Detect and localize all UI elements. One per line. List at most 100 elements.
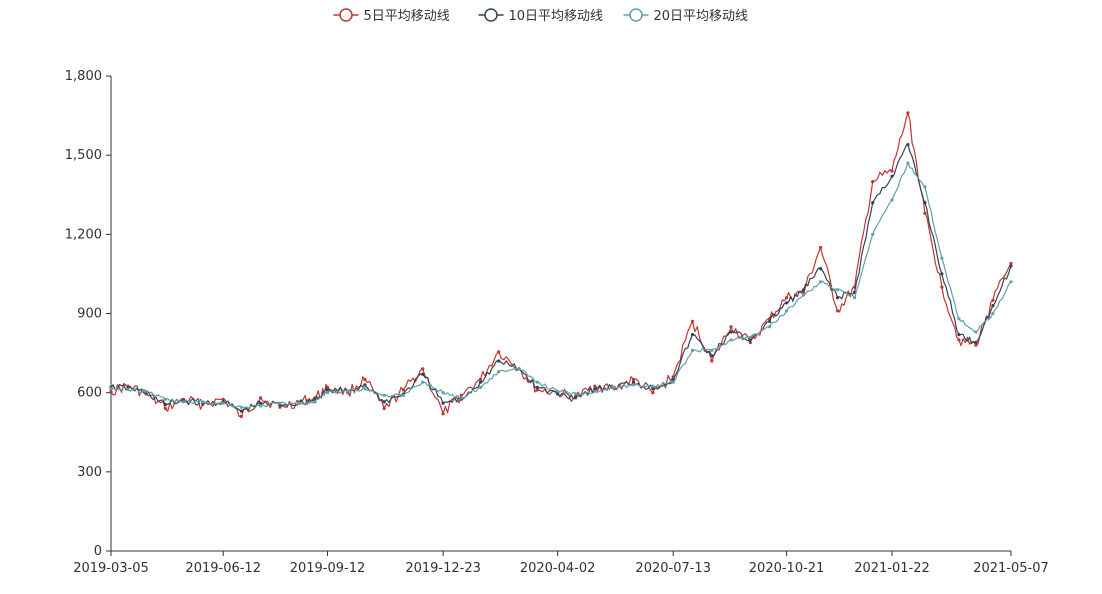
data-point[interactable] [239,414,243,418]
data-point[interactable] [819,280,823,284]
data-point[interactable] [363,387,367,391]
data-point[interactable] [517,367,521,371]
data-point[interactable] [710,359,714,363]
data-point[interactable] [126,387,130,392]
data-point[interactable] [401,393,405,397]
data-point[interactable] [729,338,733,342]
data-point[interactable] [325,391,330,395]
data-point[interactable] [768,325,772,329]
data-point[interactable] [957,317,961,321]
data-point[interactable] [836,288,840,292]
data-point[interactable] [785,301,789,305]
data-point[interactable] [1009,280,1013,284]
data-point[interactable] [853,296,857,300]
data-point[interactable] [890,169,894,173]
data-point[interactable] [163,402,167,407]
data-point[interactable] [382,393,386,397]
data-point[interactable] [163,406,167,411]
data-point[interactable] [651,391,655,395]
data-point[interactable] [871,201,875,205]
data-point[interactable] [690,333,695,337]
series-line[interactable] [110,144,1012,412]
data-point[interactable] [421,372,425,376]
data-point[interactable] [363,383,367,387]
data-point[interactable] [631,383,636,387]
data-point[interactable] [729,330,733,334]
data-point[interactable] [748,335,752,339]
data-point[interactable] [710,354,714,358]
data-point[interactable] [1009,264,1013,268]
data-point[interactable] [819,245,823,250]
series-line[interactable] [110,112,1012,417]
data-point[interactable] [890,174,894,178]
data-point[interactable] [974,330,978,334]
series-line[interactable] [110,162,1012,409]
data-point[interactable] [612,385,616,389]
data-point[interactable] [671,380,675,384]
data-point[interactable] [556,389,560,393]
data-point[interactable] [871,180,875,184]
data-point[interactable] [346,389,350,393]
data-point[interactable] [991,311,995,316]
data-point[interactable] [836,309,840,313]
data-point[interactable] [957,333,961,337]
data-point[interactable] [651,384,655,388]
data-point[interactable] [441,412,445,416]
data-point[interactable] [802,288,806,292]
legend-item[interactable]: 5日平均移动线 [333,8,450,24]
data-point[interactable] [906,161,910,165]
data-point[interactable] [785,296,789,300]
data-point[interactable] [278,401,282,405]
data-point[interactable] [593,389,597,393]
data-point[interactable] [923,211,927,215]
data-point[interactable] [690,319,695,323]
legend-item[interactable]: 20日平均移动线 [623,8,749,24]
data-point[interactable] [497,350,501,354]
data-point[interactable] [890,198,894,202]
data-point[interactable] [535,380,539,384]
data-point[interactable] [239,405,243,409]
data-point[interactable] [690,348,695,352]
data-point[interactable] [836,296,840,300]
data-point[interactable] [478,380,483,384]
data-point[interactable] [221,401,225,405]
data-point[interactable] [201,400,205,404]
data-point[interactable] [574,392,578,396]
data-point[interactable] [819,267,823,271]
data-point[interactable] [297,401,301,405]
data-point[interactable] [923,201,927,205]
data-point[interactable] [957,338,961,342]
data-point[interactable] [478,385,483,389]
data-point[interactable] [259,404,263,408]
data-point[interactable] [802,293,806,297]
data-point[interactable] [144,389,148,393]
data-point[interactable] [940,285,944,289]
data-point[interactable] [906,111,910,115]
data-point[interactable] [768,319,772,323]
data-point[interactable] [313,400,317,404]
data-point[interactable] [181,400,186,404]
data-point[interactable] [459,396,463,400]
data-point[interactable] [401,388,405,392]
legend[interactable]: 5日平均移动线 10日平均移动线 20日平均移动线 [333,8,749,24]
data-point[interactable] [109,387,113,391]
data-point[interactable] [785,309,789,313]
data-point[interactable] [940,272,944,276]
data-point[interactable] [729,325,733,329]
data-point[interactable] [940,256,944,260]
data-point[interactable] [441,391,445,395]
data-point[interactable] [991,298,995,302]
data-point[interactable] [421,380,425,384]
data-point[interactable] [497,370,501,374]
data-point[interactable] [363,377,367,382]
data-point[interactable] [497,359,501,363]
legend-item[interactable]: 10日平均移动线 [478,8,604,24]
data-point[interactable] [991,304,995,308]
data-point[interactable] [710,348,714,352]
data-point[interactable] [441,401,445,405]
data-point[interactable] [871,232,875,236]
data-point[interactable] [382,400,386,404]
data-point[interactable] [421,367,425,371]
data-point[interactable] [535,385,539,389]
data-point[interactable] [974,340,978,345]
